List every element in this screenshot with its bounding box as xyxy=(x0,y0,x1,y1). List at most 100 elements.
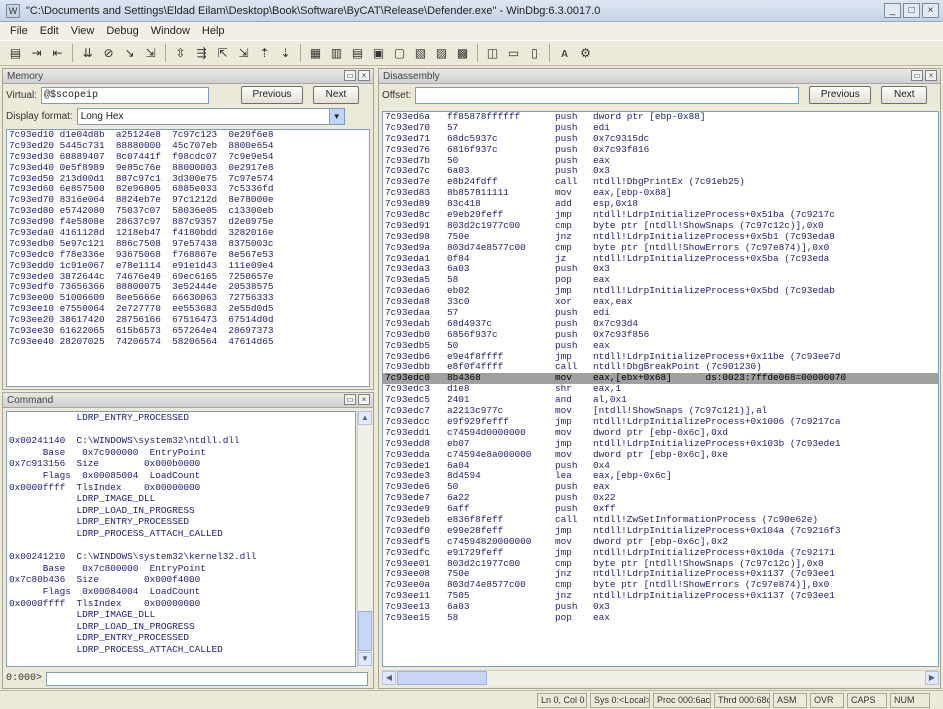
toolbar-button-16-icon[interactable]: ▣ xyxy=(369,44,388,63)
disasm-previous-button[interactable]: Previous xyxy=(809,86,872,104)
scroll-thumb[interactable] xyxy=(397,671,487,685)
toolbar-button-21-icon[interactable]: ◫ xyxy=(483,44,502,63)
scroll-down-icon[interactable]: ▼ xyxy=(358,652,372,666)
disasm-row[interactable]: 7c93edfc e91729feff jmp ntdll!LdrpInitializ… xyxy=(383,548,938,559)
disasm-row[interactable]: 7c93ed7c 6a03 push 0x3 xyxy=(383,166,938,177)
toolbar-button-23-icon[interactable]: ▯ xyxy=(525,44,544,63)
disasm-row[interactable]: 7c93eda8 33c0 xor eax,eax xyxy=(383,297,938,308)
menu-help[interactable]: Help xyxy=(196,25,231,37)
disasm-row[interactable]: 7c93ee15 58 pop eax xyxy=(383,613,938,624)
toolbar-button-15-icon[interactable]: ▤ xyxy=(348,44,367,63)
disasm-row[interactable]: 7c93eda3 6a03 push 0x3 xyxy=(383,264,938,275)
disasm-hscrollbar[interactable]: ◀ ▶ xyxy=(382,670,939,685)
toolbar-button-5-icon[interactable]: ↘ xyxy=(120,44,139,63)
menu-view[interactable]: View xyxy=(65,25,101,37)
disasm-row[interactable]: 7c93ed8c e9eb29feff jmp ntdll!LdrpInitializ… xyxy=(383,210,938,221)
current-instruction-row[interactable]: 7c93edc0 8b4368 mov eax,[ebx+0x68] ds:0023:… xyxy=(383,373,938,385)
disasm-row[interactable]: 7c93edc5 2401 and al,0x1 xyxy=(383,395,938,406)
disasm-row[interactable]: 7c93ed7b 50 push eax xyxy=(383,156,938,167)
disasm-row[interactable]: 7c93eda1 0f84 jz ntdll!LdrpInitializeProces… xyxy=(383,254,938,265)
close-icon[interactable]: × xyxy=(358,394,370,405)
close-icon[interactable]: × xyxy=(358,70,370,81)
disasm-row[interactable]: 7c93ed6a ff85878ffffff push dword ptr [ebp-… xyxy=(383,112,938,123)
toolbar-button-11-icon[interactable]: ⇡ xyxy=(255,44,274,63)
disasm-row[interactable]: 7c93edc7 a2213c977c mov [ntdll!ShowSnaps (7… xyxy=(383,406,938,417)
restore-icon[interactable]: ▭ xyxy=(911,70,923,81)
disasm-row[interactable]: 7c93edd8 eb07 jmp ntdll!LdrpInitializeProce… xyxy=(383,439,938,450)
toolbar-button-20-icon[interactable]: ▩ xyxy=(453,44,472,63)
toolbar-button-13-icon[interactable]: ▦ xyxy=(306,44,325,63)
disasm-row[interactable]: 7c93ede3 8d4594 lea eax,[ebp-0x6c] xyxy=(383,471,938,482)
minimize-button[interactable]: _ xyxy=(884,3,901,18)
disasm-row[interactable]: 7c93edc3 d1e8 shr eax,1 xyxy=(383,384,938,395)
toolbar-button-17-icon[interactable]: ▢ xyxy=(390,44,409,63)
chevron-down-icon[interactable]: ▼ xyxy=(328,108,344,124)
toolbar-button-0-icon[interactable]: ▤ xyxy=(6,44,25,63)
display-format-select[interactable]: Long Hex ▼ xyxy=(76,107,345,125)
disasm-row[interactable]: 7c93edaa 57 push edi xyxy=(383,308,938,319)
toolbar-button-10-icon[interactable]: ⇲ xyxy=(234,44,253,63)
toolbar-button-14-icon[interactable]: ▥ xyxy=(327,44,346,63)
disasm-row[interactable]: 7c93edab 68d4937c push 0x7c93d4 xyxy=(383,319,938,330)
disasm-row[interactable]: 7c93edcc e9f929fefff jmp ntdll!LdrpInitiali… xyxy=(383,417,938,428)
toolbar-button-8-icon[interactable]: ⇶ xyxy=(192,44,211,63)
toolbar-button-4-icon[interactable]: ⊘ xyxy=(99,44,118,63)
maximize-button[interactable]: □ xyxy=(903,3,920,18)
disasm-next-button[interactable]: Next xyxy=(881,86,928,104)
disasm-row[interactable]: 7c93ee0a 803d74e8577c00 cmp byte ptr [ntdll… xyxy=(383,580,938,591)
menu-window[interactable]: Window xyxy=(145,25,196,37)
scroll-left-icon[interactable]: ◀ xyxy=(382,671,396,685)
disasm-row[interactable]: 7c93ed76 6816f937c push 0x7c93f816 xyxy=(383,145,938,156)
restore-icon[interactable]: ▭ xyxy=(344,70,356,81)
toolbar-button-24-icon[interactable]: ᴀ xyxy=(555,44,574,63)
toolbar-button-6-icon[interactable]: ⇲ xyxy=(141,44,160,63)
memory-previous-button[interactable]: Previous xyxy=(240,86,303,104)
disasm-row[interactable]: 7c93ed83 8b857811111 mov eax,[ebp-0x88] xyxy=(383,188,938,199)
memory-next-button[interactable]: Next xyxy=(312,86,359,104)
menu-file[interactable]: File xyxy=(4,25,34,37)
disasm-row[interactable]: 7c93edda c74594e8a000000 mov dword ptr [ebp… xyxy=(383,450,938,461)
disasm-row[interactable]: 7c93eda6 eb02 jmp ntdll!LdrpInitializeProce… xyxy=(383,286,938,297)
menu-edit[interactable]: Edit xyxy=(34,25,65,37)
disasm-row[interactable]: 7c93ed9a 803d74e8577c00 cmp byte ptr [ntdll… xyxy=(383,243,938,254)
disasm-row[interactable]: 7c93ed91 803d2c1977c00 cmp byte ptr [ntdll!… xyxy=(383,221,938,232)
disasm-row[interactable]: 7c93ede9 6aff push 0xff xyxy=(383,504,938,515)
disasm-row[interactable]: 7c93edf0 e99e28feff jmp ntdll!LdrpInitializ… xyxy=(383,526,938,537)
disasm-row[interactable]: 7c93ee08 750e jnz ntdll!LdrpInitializeProce… xyxy=(383,569,938,580)
restore-icon[interactable]: ▭ xyxy=(344,394,356,405)
close-button[interactable]: × xyxy=(922,3,939,18)
virtual-address-input[interactable]: @$scopeip xyxy=(40,86,209,104)
command-scrollbar[interactable]: ▲ ▼ xyxy=(357,411,372,667)
toolbar-button-12-icon[interactable]: ⇣ xyxy=(276,44,295,63)
disasm-row[interactable]: 7c93ee01 803d2c1977c00 cmp byte ptr [ntdll!… xyxy=(383,559,938,570)
menu-debug[interactable]: Debug xyxy=(100,25,144,37)
toolbar-button-3-icon[interactable]: ⇊ xyxy=(78,44,97,63)
toolbar-button-22-icon[interactable]: ▭ xyxy=(504,44,523,63)
toolbar-button-2-icon[interactable]: ⇤ xyxy=(48,44,67,63)
disassembly-listing[interactable]: 7c93ed6a ff85878ffffff push dword ptr [ebp-… xyxy=(382,111,939,667)
disasm-row[interactable]: 7c93eda5 58 pop eax xyxy=(383,275,938,286)
disasm-row[interactable]: 7c93edeb e836f8feff call ntdll!ZwSetInforma… xyxy=(383,515,938,526)
disasm-row[interactable]: 7c93ede1 6a04 push 0x4 xyxy=(383,461,938,472)
toolbar-button-7-icon[interactable]: ⇳ xyxy=(171,44,190,63)
toolbar-button-9-icon[interactable]: ⇱ xyxy=(213,44,232,63)
disasm-row[interactable]: 7c93ed70 57 push edi xyxy=(383,123,938,134)
disasm-row[interactable]: 7c93edb0 6856f937c push 0x7c93f856 xyxy=(383,330,938,341)
disasm-row[interactable]: 7c93edf5 c74594820000000 mov dword ptr [ebp… xyxy=(383,537,938,548)
close-icon[interactable]: × xyxy=(925,70,937,81)
toolbar-button-18-icon[interactable]: ▧ xyxy=(411,44,430,63)
disasm-row[interactable]: 7c93edb6 e9e4f8ffff jmp ntdll!LdrpInitializ… xyxy=(383,352,938,363)
disasm-row[interactable]: 7c93ee11 7505 jnz ntdll!LdrpInitializeProce… xyxy=(383,591,938,602)
disasm-row[interactable]: 7c93ed89 83c418 add esp,0x18 xyxy=(383,199,938,210)
disasm-row[interactable]: 7c93ed98 750e jnz ntdll!LdrpInitializeProce… xyxy=(383,232,938,243)
toolbar-button-1-icon[interactable]: ⇥ xyxy=(27,44,46,63)
toolbar-button-19-icon[interactable]: ▨ xyxy=(432,44,451,63)
memory-content[interactable]: 7c93ed10 d1e04d8b a25124e8 7c97c123 0e29… xyxy=(6,129,370,387)
scroll-thumb[interactable] xyxy=(358,611,372,651)
toolbar-button-25-icon[interactable]: ⚙ xyxy=(576,44,595,63)
offset-input[interactable] xyxy=(415,86,800,104)
disasm-row[interactable]: 7c93ed7e e8b24fdff call ntdll!DbgPrintEx (7… xyxy=(383,177,938,188)
disasm-row[interactable]: 7c93ed71 68dc5937c push 0x7c9315dc xyxy=(383,134,938,145)
disasm-row[interactable]: 7c93ee13 6a03 push 0x3 xyxy=(383,602,938,613)
scroll-right-icon[interactable]: ▶ xyxy=(925,671,939,685)
